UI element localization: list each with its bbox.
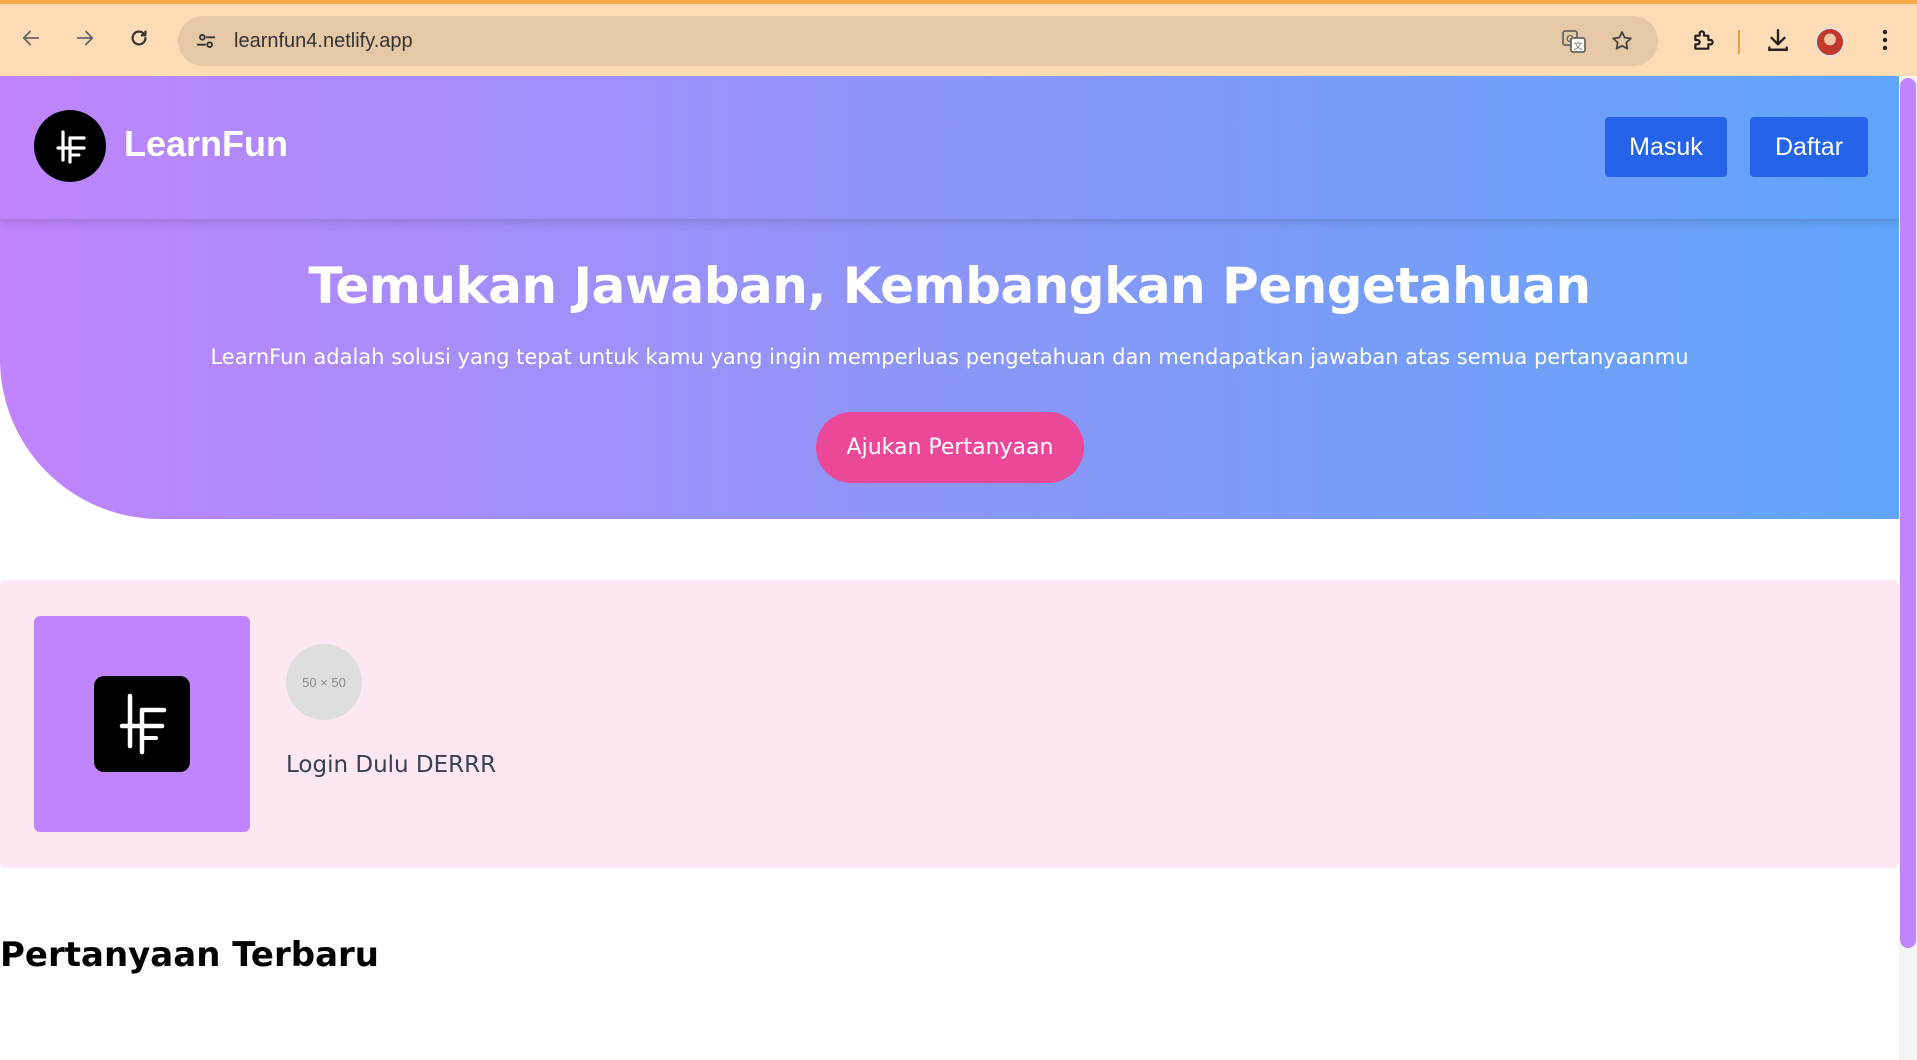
more-menu-icon[interactable] xyxy=(1870,25,1900,55)
bookmark-star-icon[interactable] xyxy=(1609,28,1635,54)
address-bar[interactable]: learnfun4.netlify.app G 文 xyxy=(178,16,1658,66)
learnfun-logo-icon[interactable] xyxy=(34,110,106,182)
forward-arrow-icon[interactable] xyxy=(70,23,100,53)
site-settings-icon[interactable] xyxy=(194,29,218,53)
toolbar-separator xyxy=(1738,30,1740,54)
back-arrow-icon[interactable] xyxy=(16,23,46,53)
register-button[interactable]: Daftar xyxy=(1750,117,1868,177)
user-card: 50 × 50 Login Dulu DERRR xyxy=(0,580,1899,868)
download-icon[interactable] xyxy=(1763,25,1793,55)
latest-questions-title: Pertanyaan Terbaru xyxy=(0,935,379,975)
profile-avatar[interactable] xyxy=(1815,27,1845,57)
site-header: LearnFun Masuk Daftar xyxy=(0,76,1899,219)
browser-toolbar: learnfun4.netlify.app G 文 xyxy=(0,0,1917,76)
translate-icon[interactable]: G 文 xyxy=(1561,28,1587,54)
hero-subtitle: LearnFun adalah solusi yang tepat untuk … xyxy=(210,345,1689,369)
url-text[interactable]: learnfun4.netlify.app xyxy=(234,27,413,55)
ask-question-button[interactable]: Ajukan Pertanyaan xyxy=(816,412,1084,483)
svg-text:文: 文 xyxy=(1573,40,1582,52)
login-button[interactable]: Masuk xyxy=(1605,117,1727,177)
extensions-icon[interactable] xyxy=(1689,25,1719,55)
login-prompt-text: Login Dulu DERRR xyxy=(286,752,497,778)
learnfun-logo-icon xyxy=(94,676,190,772)
avatar-placeholder: 50 × 50 xyxy=(286,644,362,720)
hero-title: Temukan Jawaban, Kembangkan Pengetahuan xyxy=(308,257,1591,315)
card-logo-box xyxy=(34,616,250,832)
reload-icon[interactable] xyxy=(124,23,154,53)
brand-name[interactable]: LearnFun xyxy=(124,122,288,166)
scrollbar-thumb[interactable] xyxy=(1900,78,1916,948)
page-viewport: LearnFun Masuk Daftar Temukan Jawaban, K… xyxy=(0,76,1917,1060)
scrollbar[interactable] xyxy=(1899,76,1917,1060)
